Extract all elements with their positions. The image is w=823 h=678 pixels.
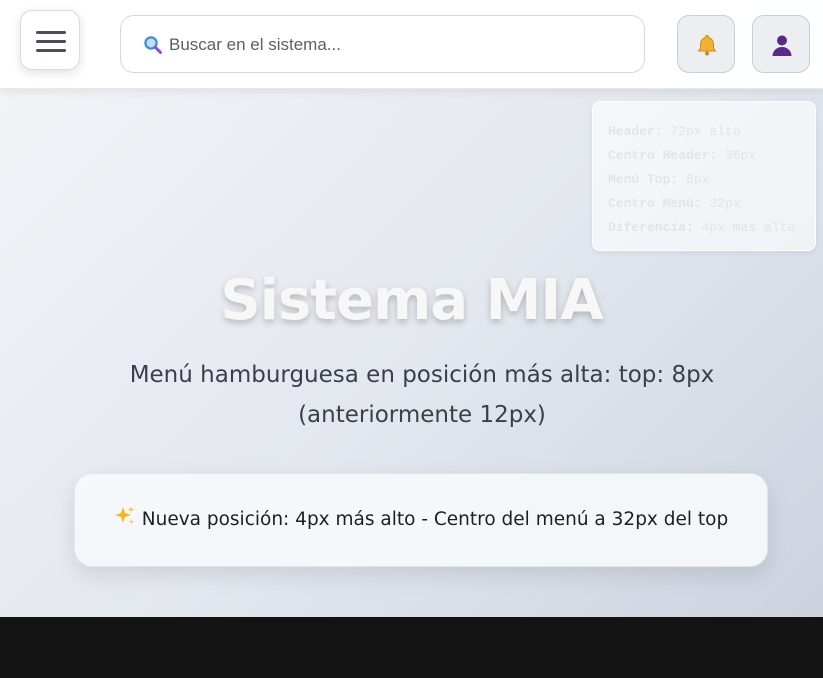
notifications-button[interactable] xyxy=(677,15,735,73)
hamburger-menu-button[interactable] xyxy=(20,10,80,70)
page-subtitle: Menú hamburguesa en posición más alta: t… xyxy=(129,362,715,428)
info-row: Centro Menú: 32px xyxy=(608,196,741,211)
bell-icon xyxy=(697,34,717,56)
search-input[interactable] xyxy=(169,30,629,60)
main-page: Header: 72px alto Centro Header: 36px Me… xyxy=(0,0,823,617)
info-row: Centro Header: 36px xyxy=(608,148,757,163)
user-profile-button[interactable] xyxy=(752,15,810,73)
info-row: Header: 72px alto xyxy=(608,124,741,139)
magnifier-icon xyxy=(143,35,163,55)
callout-text: Nueva posición: 4px más alto - Centro de… xyxy=(141,509,729,530)
debug-info-panel: Header: 72px alto Centro Header: 36px Me… xyxy=(592,101,816,251)
search-box[interactable] xyxy=(120,15,645,73)
hamburger-menu-icon xyxy=(36,31,66,34)
top-header xyxy=(0,0,823,89)
info-row: Diferencia: 4px más alto xyxy=(608,220,796,235)
user-icon xyxy=(772,35,792,56)
page-title: Sistema MIA xyxy=(220,268,603,333)
info-row: Menú Top: 8px xyxy=(608,172,710,187)
sparkles-icon xyxy=(114,476,136,568)
footer-band xyxy=(0,617,823,678)
info-callout: Nueva posición: 4px más alto - Centro de… xyxy=(74,473,768,567)
